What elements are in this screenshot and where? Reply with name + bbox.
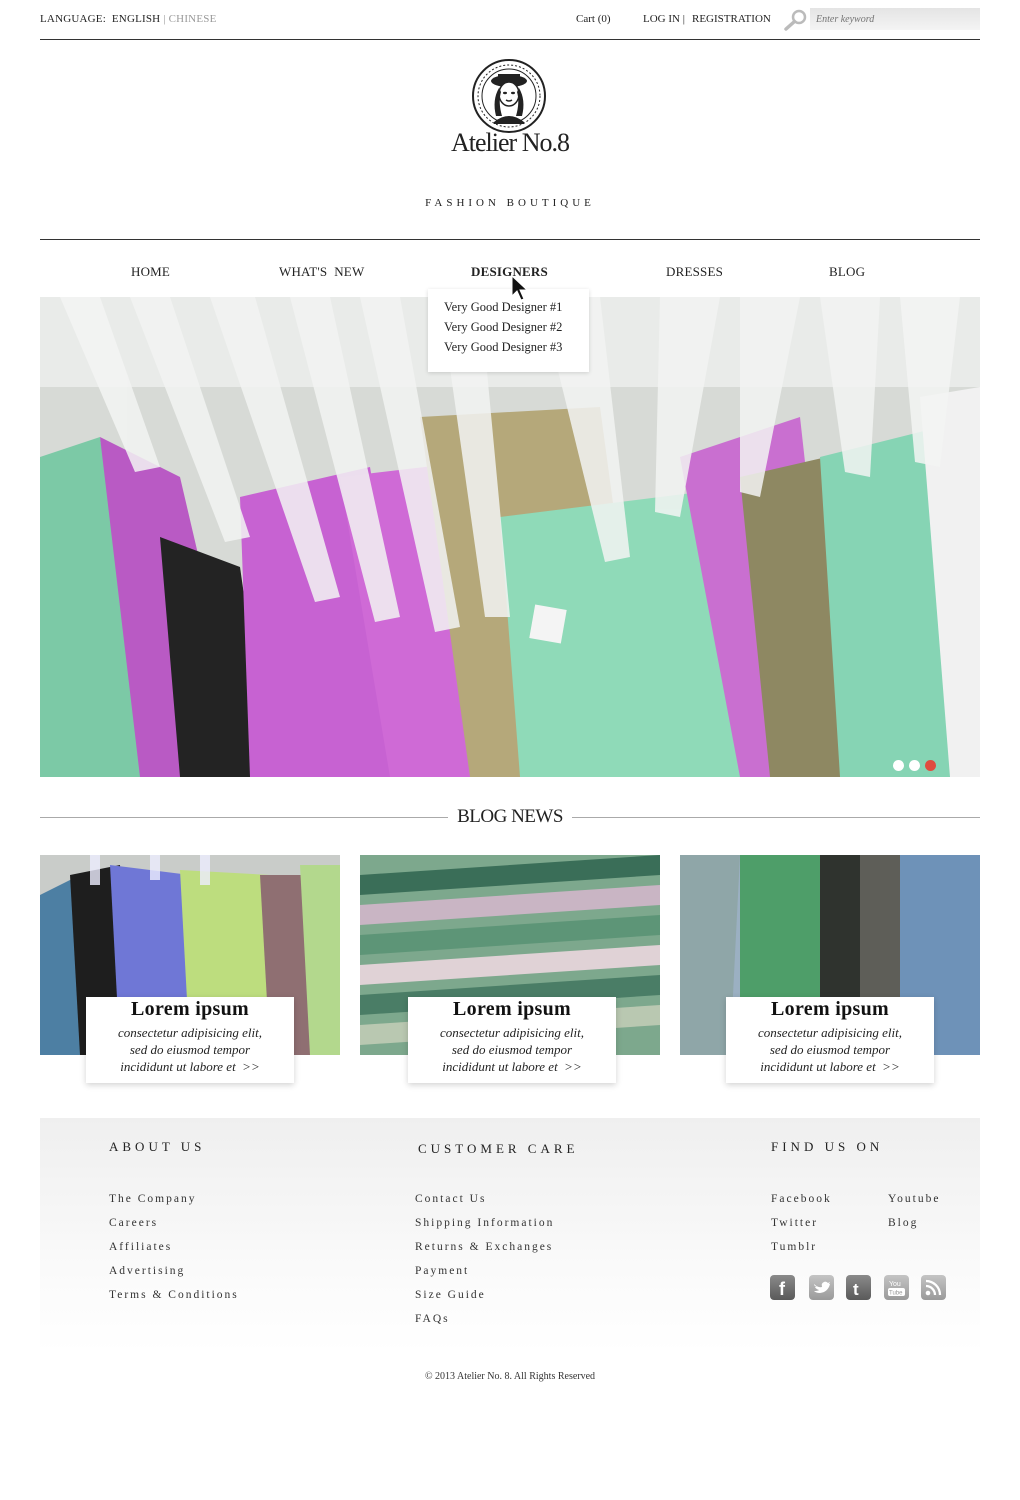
blog-card-caption-2[interactable]: Lorem ipsum consectetur adipisicing elit… [408, 997, 616, 1083]
slider-dot-2[interactable] [909, 760, 920, 771]
facebook-icon[interactable]: f [770, 1275, 795, 1300]
blog-card-caption-1[interactable]: Lorem ipsum consectetur adipisicing elit… [86, 997, 294, 1083]
dropdown-item-designer-2[interactable]: Very Good Designer #2 [444, 320, 562, 335]
tumblr-glyph: t [853, 1280, 859, 1299]
dropdown-item-designer-1[interactable]: Very Good Designer #1 [444, 300, 562, 315]
copyright: © 2013 Atelier No. 8. All Rights Reserve… [424, 1371, 596, 1382]
footer-link-facebook[interactable]: Facebook [771, 1193, 832, 1205]
search-input[interactable] [810, 8, 980, 30]
footer-link-shipping[interactable]: Shipping Information [415, 1217, 554, 1229]
language-english-link[interactable]: ENGLISH [112, 13, 160, 25]
footer-find-heading: FIND US ON [771, 1139, 884, 1154]
footer-link-advertising[interactable]: Advertising [109, 1265, 185, 1277]
footer-link-terms[interactable]: Terms & Conditions [109, 1289, 239, 1301]
tumblr-icon[interactable]: t [846, 1275, 871, 1300]
blog-card-read-more[interactable]: incididunt ut labore et >> [86, 1058, 294, 1075]
search-icon[interactable] [783, 8, 809, 32]
login-label[interactable]: LOG IN [643, 13, 680, 25]
footer-link-tumblr[interactable]: Tumblr [771, 1241, 817, 1253]
footer-link-faqs[interactable]: FAQs [415, 1313, 450, 1325]
footer-link-returns[interactable]: Returns & Exchanges [415, 1241, 553, 1253]
facebook-glyph: f [779, 1279, 786, 1299]
blog-card-title[interactable]: Lorem ipsum [86, 997, 294, 1021]
footer-link-twitter[interactable]: Twitter [771, 1217, 818, 1229]
footer-care-heading: CUSTOMER CARE [418, 1141, 579, 1156]
footer-link-careers[interactable]: Careers [109, 1217, 158, 1229]
blog-card-text: consectetur adipisicing elit, [757, 1025, 903, 1040]
blog-card-text: consectetur adipisicing elit, [439, 1025, 585, 1040]
blog-card-text: sed do eiusmod tempor [129, 1042, 251, 1057]
twitter-icon[interactable] [809, 1275, 834, 1300]
nav-dresses[interactable]: DRESSES [666, 264, 723, 280]
blog-divider-right [572, 817, 980, 818]
footer-link-affiliates[interactable]: Affiliates [109, 1241, 172, 1253]
footer-link-company[interactable]: The Company [109, 1193, 196, 1205]
youtube-icon[interactable]: You Tube [884, 1275, 909, 1300]
nav-divider [40, 239, 980, 240]
footer-link-youtube[interactable]: Youtube [888, 1193, 940, 1205]
nav-home[interactable]: HOME [131, 264, 170, 280]
brand-name: Atelier No.8 [451, 128, 570, 157]
top-bar: LANGUAGE: ENGLISH | CHINESE Cart (0) LOG… [40, 0, 980, 40]
designers-dropdown: Very Good Designer #1 Very Good Designer… [428, 289, 589, 372]
slider-dot-1[interactable] [893, 760, 904, 771]
brand-tagline: FASHION BOUTIQUE [425, 197, 595, 209]
footer-about-heading: ABOUT US [109, 1139, 206, 1154]
dropdown-item-designer-3[interactable]: Very Good Designer #3 [444, 340, 562, 355]
rss-icon[interactable] [921, 1275, 946, 1300]
footer-link-size-guide[interactable]: Size Guide [415, 1289, 486, 1301]
footer-link-contact[interactable]: Contact Us [415, 1193, 486, 1205]
blog-card-text: sed do eiusmod tempor [769, 1042, 891, 1057]
blog-card-text: sed do eiusmod tempor [451, 1042, 573, 1057]
youtube-glyph-line1: You [889, 1281, 901, 1288]
blog-news-title: BLOG NEWS [457, 806, 563, 827]
registration-link[interactable]: REGISTRATION [692, 13, 771, 25]
language-chinese-link[interactable]: CHINESE [169, 13, 217, 25]
blog-card-title[interactable]: Lorem ipsum [408, 997, 616, 1021]
footer-link-blog[interactable]: Blog [888, 1217, 918, 1229]
cart-link[interactable]: Cart (0) [576, 13, 611, 25]
blog-card-title[interactable]: Lorem ipsum [726, 997, 934, 1021]
blog-card-read-more[interactable]: incididunt ut labore et >> [408, 1058, 616, 1075]
language-label: LANGUAGE: [40, 13, 106, 25]
nav-blog[interactable]: BLOG [829, 264, 865, 280]
slider-dot-3[interactable] [925, 760, 936, 771]
language-separator: | [163, 13, 166, 25]
footer-link-payment[interactable]: Payment [415, 1265, 469, 1277]
slider-dots [893, 760, 936, 771]
blog-card-caption-3[interactable]: Lorem ipsum consectetur adipisicing elit… [726, 997, 934, 1083]
mouse-cursor-icon [511, 274, 529, 301]
language-switcher: LANGUAGE: ENGLISH | CHINESE [40, 13, 217, 25]
blog-card-text: consectetur adipisicing elit, [117, 1025, 263, 1040]
youtube-glyph-line2: Tube [889, 1291, 903, 1297]
blog-card-read-more[interactable]: incididunt ut labore et >> [726, 1058, 934, 1075]
blog-divider-left [40, 817, 448, 818]
nav-whats-new[interactable]: WHAT'S NEW [279, 264, 364, 280]
login-separator: | [682, 13, 685, 25]
login-link[interactable]: LOG IN | [643, 13, 685, 25]
